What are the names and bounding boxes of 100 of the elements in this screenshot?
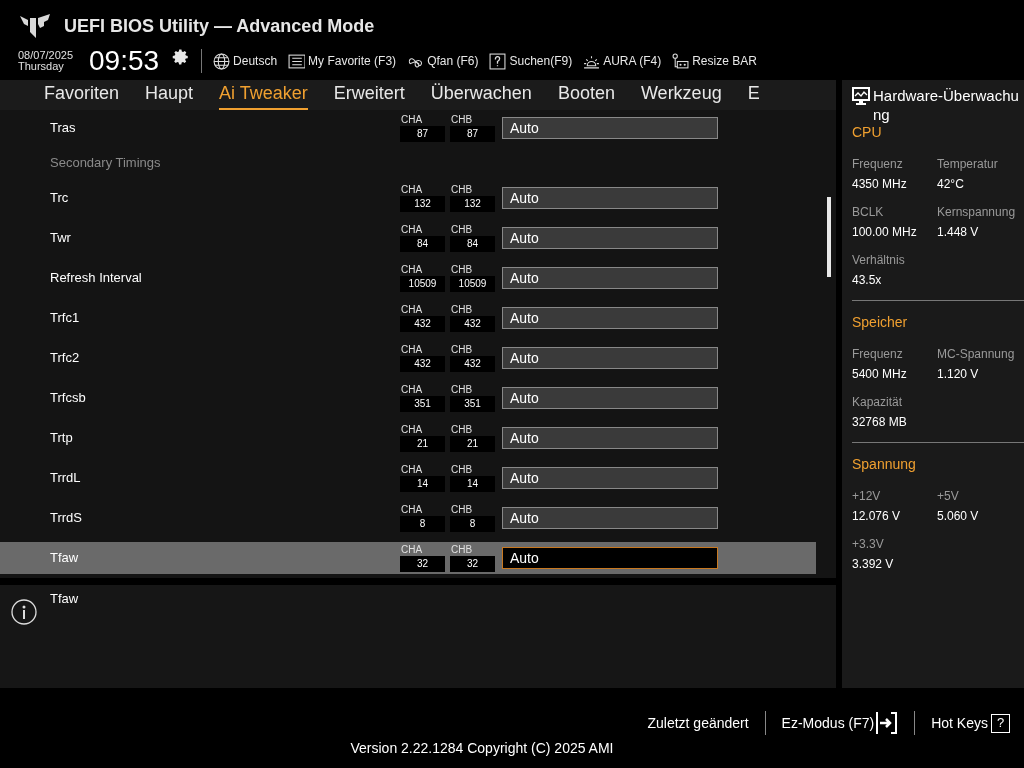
ez-mode-button[interactable]: Ez-Modus (F7) <box>781 712 899 734</box>
channel-label: CHB <box>450 224 474 236</box>
metric-value: 1.448 V <box>937 224 980 240</box>
value-field[interactable]: Auto <box>502 547 718 569</box>
metric-label: Frequenz <box>852 156 904 172</box>
channel-value: 432 <box>400 316 445 332</box>
metric-label: +3.3V <box>852 536 885 552</box>
channel-label: CHB <box>450 464 474 476</box>
channel-value: 8 <box>400 516 445 532</box>
value-field[interactable]: Auto <box>502 387 718 409</box>
tab[interactable]: Erweitert <box>333 80 405 110</box>
list-icon <box>288 52 306 70</box>
value-field[interactable]: Auto <box>502 467 718 489</box>
channel-label: CHA <box>400 114 424 126</box>
channel-value: 132 <box>400 196 445 212</box>
value-field[interactable]: Auto <box>502 267 718 289</box>
channel-value: 432 <box>450 356 495 372</box>
setting-label: Trfc1 <box>49 309 81 328</box>
channel-label: CHA <box>400 424 424 436</box>
channel-label: CHB <box>450 504 474 516</box>
section-heading: Secondary Timings <box>50 154 161 173</box>
channel-value: 10509 <box>450 276 495 292</box>
channel-value: 87 <box>400 126 445 142</box>
metric-label: +12V <box>852 488 882 504</box>
channel-label: CHA <box>400 304 424 316</box>
channel-label: CHB <box>450 184 474 196</box>
metric-value: 42°C <box>937 176 965 192</box>
channel-label: CHA <box>400 504 424 516</box>
value-field[interactable]: Auto <box>502 187 718 209</box>
channel-value: 14 <box>450 476 495 492</box>
setting-label: TrrdS <box>49 509 84 528</box>
value-field[interactable]: Auto <box>502 427 718 449</box>
metric-label: Verhältnis <box>852 252 906 268</box>
value-field[interactable]: Auto <box>502 507 718 529</box>
channel-label: CHB <box>450 264 474 276</box>
scrollbar[interactable] <box>827 197 831 277</box>
setting-label: Tfaw <box>49 549 80 568</box>
channel-label: CHA <box>400 464 424 476</box>
hot-keys-button[interactable]: Hot Keys ? <box>931 712 1010 734</box>
channel-label: CHA <box>400 344 424 356</box>
channel-value: 32 <box>400 556 445 572</box>
channel-label: CHA <box>400 544 424 556</box>
setting-label: TrrdL <box>49 469 82 488</box>
clock-text: 09:53 <box>89 46 160 76</box>
channel-value: 84 <box>400 236 445 252</box>
setting-label: Refresh Interval <box>49 269 143 288</box>
tab[interactable]: E <box>747 80 760 110</box>
tab[interactable]: Haupt <box>145 80 194 110</box>
tab[interactable]: Favoriten <box>44 80 120 110</box>
value-field[interactable]: Auto <box>502 117 718 139</box>
channel-label: CHB <box>450 304 474 316</box>
info-icon <box>11 599 37 625</box>
tab[interactable]: Booten <box>557 80 615 110</box>
value-field[interactable]: Auto <box>502 347 718 369</box>
setting-label: Trc <box>49 189 70 208</box>
metric-value: 12.076 V <box>852 508 902 524</box>
channel-value: 351 <box>450 396 495 412</box>
toolbar-button[interactable]: Suchen(F9) <box>489 52 573 70</box>
value-field[interactable]: Auto <box>502 227 718 249</box>
toolbar-button[interactable]: My Favorite (F3) <box>288 52 397 70</box>
metric-value: 43.5x <box>852 272 883 288</box>
channel-label: CHB <box>450 344 474 356</box>
metric-value: 3.392 V <box>852 556 895 572</box>
section-title: Speicher <box>852 313 909 332</box>
settings-icon[interactable] <box>172 48 191 66</box>
exit-icon <box>876 712 899 734</box>
metric-label: BCLK <box>852 204 885 220</box>
channel-value: 432 <box>450 316 495 332</box>
tab[interactable]: Überwachen <box>430 80 532 110</box>
metric-value: 5.060 V <box>937 508 980 524</box>
channel-label: CHA <box>400 264 424 276</box>
metric-value: 4350 MHz <box>852 176 908 192</box>
channel-value: 10509 <box>400 276 445 292</box>
window-title: UEFI BIOS Utility — Advanced Mode <box>64 14 375 38</box>
toolbar-button[interactable]: Deutsch <box>213 52 278 70</box>
channel-value: 32 <box>450 556 495 572</box>
value-field[interactable]: Auto <box>502 307 718 329</box>
metric-value: 100.00 MHz <box>852 224 918 240</box>
metric-label: Kernspannung <box>937 204 1017 220</box>
channel-label: CHB <box>450 424 474 436</box>
channel-value: 432 <box>400 356 445 372</box>
version-text: Version 2.22.1284 Copyright (C) 2025 AMI <box>350 739 614 758</box>
channel-value: 8 <box>450 516 495 532</box>
metric-value: 1.120 V <box>937 366 980 382</box>
toolbar-button[interactable]: Resize BAR <box>672 52 757 70</box>
tab[interactable]: Werkzeug <box>640 80 722 110</box>
channel-value: 21 <box>450 436 495 452</box>
channel-value: 132 <box>450 196 495 212</box>
last-changed-button[interactable]: Zuletzt geändert <box>647 712 749 734</box>
date-text: 08/07/2025 <box>18 50 75 61</box>
toolbar-button[interactable]: AURA (F4) <box>583 52 662 70</box>
panel-title: Hardware-Überwachung <box>873 86 1019 124</box>
metric-label: Frequenz <box>852 346 904 362</box>
monitor-icon <box>852 87 870 105</box>
setting-label: Tras <box>49 119 77 138</box>
toolbar-button[interactable]: Qfan (F6) <box>407 52 479 70</box>
channel-label: CHA <box>400 384 424 396</box>
selected-row-highlight[interactable]: Tfaw CHA 32 CHB 32 Auto <box>0 542 816 574</box>
metric-label: MC-Spannung <box>937 346 1016 362</box>
metric-value: 32768 MB <box>852 414 908 430</box>
